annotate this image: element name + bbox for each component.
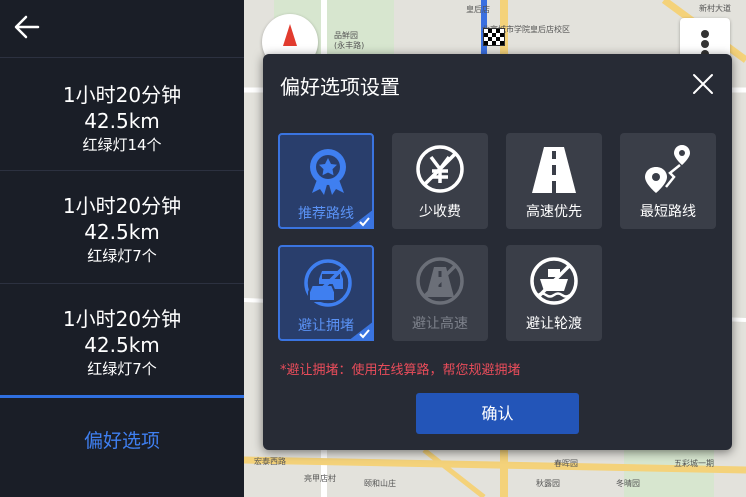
route-distance: 42.5km: [84, 220, 160, 244]
option-label: 最短路线: [640, 204, 696, 220]
map-label: (永丰路): [334, 41, 365, 50]
compass-needle-icon: [283, 24, 297, 46]
avoid-ferry-icon: [530, 257, 578, 305]
dot-icon: [701, 40, 709, 48]
route-traffic-lights: 红绿灯14个: [82, 136, 162, 154]
dialog-title: 偏好选项设置: [280, 75, 400, 99]
map-label: 春晖园: [554, 459, 578, 468]
option-avoid-congestion[interactable]: 避让拥堵: [278, 245, 374, 341]
option-avoid-highway[interactable]: 避让高速: [392, 245, 488, 341]
check-icon: [348, 209, 374, 229]
preferences-tab-label: 偏好选项: [83, 430, 160, 452]
no-toll-icon: [416, 145, 464, 193]
destination-flag-icon: [483, 28, 505, 46]
avoid-highway-icon: [416, 257, 464, 305]
option-shortest-route[interactable]: 最短路线: [620, 133, 716, 229]
option-label: 避让轮渡: [526, 316, 582, 332]
route-pins-icon: [645, 145, 690, 193]
route-time: 1小时20分钟: [62, 194, 182, 218]
route-time: 1小时20分钟: [62, 307, 182, 331]
option-avoid-ferry[interactable]: 避让轮渡: [506, 245, 602, 341]
option-label: 少收费: [419, 204, 461, 220]
highway-icon: [532, 147, 576, 193]
close-icon[interactable]: [691, 72, 715, 96]
map-label: 宏泰西路: [254, 457, 286, 466]
map-label: 冬晴园: [616, 479, 640, 488]
option-recommended[interactable]: 推荐路线: [278, 133, 374, 229]
preferences-tab[interactable]: 偏好选项: [0, 395, 244, 497]
route-traffic-lights: 红绿灯7个: [87, 247, 157, 265]
option-highway-first[interactable]: 高速优先: [506, 133, 602, 229]
route-traffic-lights: 红绿灯7个: [87, 360, 157, 378]
map-label: 五彩城一期: [674, 459, 714, 468]
medal-star-icon: [310, 149, 346, 195]
route-distance: 42.5km: [84, 333, 160, 357]
route-option-1[interactable]: 1小时20分钟 42.5km 红绿灯14个: [0, 57, 244, 170]
route-time: 1小时20分钟: [62, 83, 182, 107]
route-list-panel: 1小时20分钟 42.5km 红绿灯14个 1小时20分钟 42.5km 红绿灯…: [0, 0, 244, 497]
option-label: 避让高速: [412, 316, 468, 332]
option-label: 高速优先: [526, 204, 582, 220]
map-label: 新村大道: [699, 4, 731, 13]
preference-settings-dialog: 偏好选项设置 推荐路线 少收费 高速优先 最短路线 避让拥堵 避让高速 避让轮渡…: [263, 54, 732, 450]
map-label: 颐和山庄: [364, 479, 396, 488]
confirm-button[interactable]: 确认: [416, 393, 579, 434]
avoid-traffic-icon: [304, 259, 352, 307]
map-label: 亮甲店村: [304, 474, 336, 483]
congestion-hint: *避让拥堵：使用在线算路，帮您规避拥堵: [280, 363, 521, 378]
map-label: 秋露园: [536, 479, 560, 488]
dot-icon: [701, 30, 709, 38]
arrow-left-icon[interactable]: [12, 12, 42, 42]
check-icon: [348, 321, 374, 341]
option-less-toll[interactable]: 少收费: [392, 133, 488, 229]
route-option-3[interactable]: 1小时20分钟 42.5km 红绿灯7个: [0, 283, 244, 395]
map-label: 皇后店: [466, 5, 490, 14]
route-distance: 42.5km: [84, 109, 160, 133]
route-option-2[interactable]: 1小时20分钟 42.5km 红绿灯7个: [0, 170, 244, 283]
